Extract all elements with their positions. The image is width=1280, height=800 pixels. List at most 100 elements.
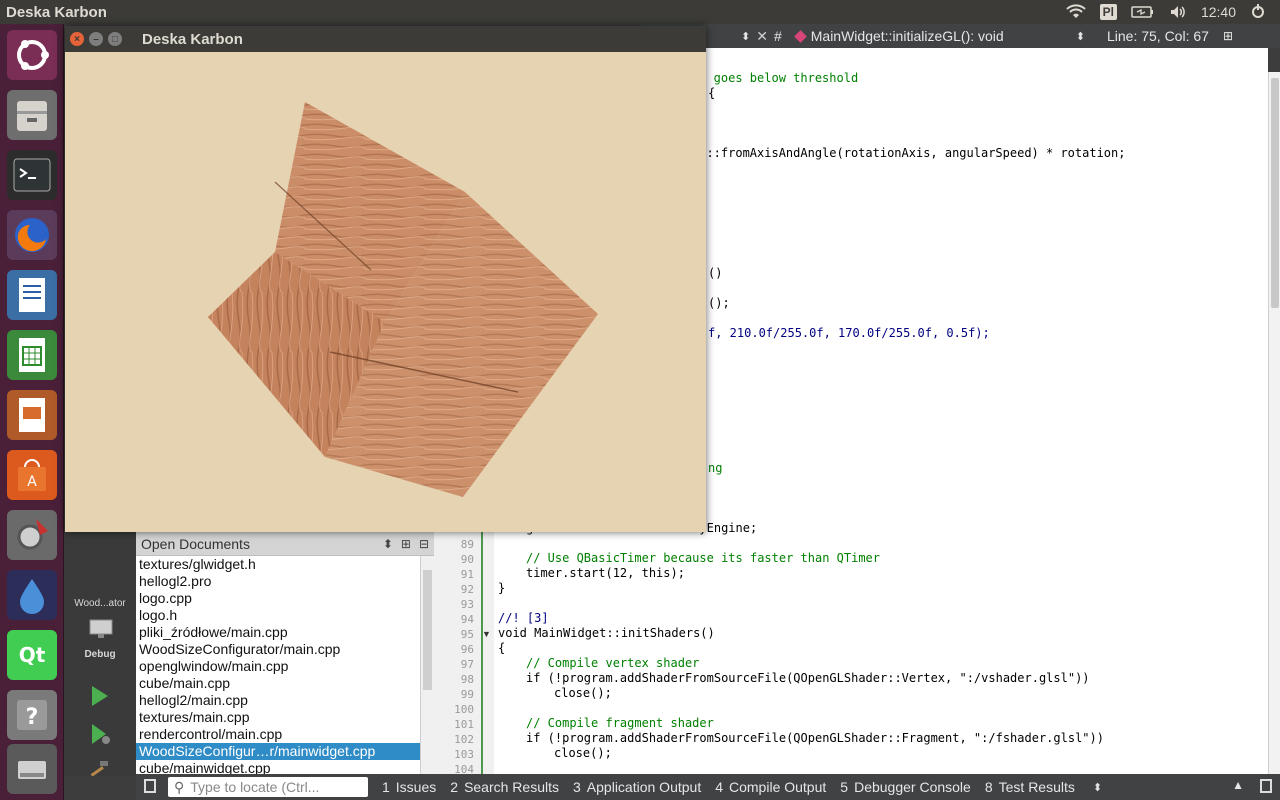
open-documents-title[interactable]: Open Documents [141,536,375,552]
code-line[interactable]: // Compile fragment shader [526,716,714,730]
scrollbar-thumb[interactable] [423,570,432,690]
output-pane-button[interactable]: 5 Debugger Console [840,779,971,795]
help-icon[interactable]: ? [7,690,57,740]
code-line[interactable]: { [708,86,715,100]
battery-icon[interactable] [1131,5,1155,19]
run-icon[interactable] [88,684,112,713]
symbol-combo-arrow-icon[interactable]: ⬍ [1076,30,1085,43]
code-line[interactable]: ed goes below threshold [692,71,858,85]
fold-arrow-icon[interactable]: ▼ [482,629,491,639]
locator-input[interactable]: ⚲ Type to locate (Ctrl... [168,777,368,797]
scrollbar-thumb[interactable] [1271,78,1279,308]
open-document-item[interactable]: logo.cpp [136,590,420,607]
debug-run-icon[interactable] [88,722,112,751]
open-document-item[interactable]: cube/main.cpp [136,675,420,692]
output-pane-button[interactable]: 2 Search Results [450,779,559,795]
open-documents-scrollbar[interactable] [420,556,434,774]
code-line[interactable]: timer.start(12, this); [526,566,685,580]
keyboard-layout-indicator[interactable]: Pl [1099,4,1117,20]
symbol-label: MainWidget::initializeGL(): void [810,28,1004,44]
code-line[interactable]: if (!program.addShaderFromSourceFile(QOp… [526,731,1104,745]
open-document-item[interactable]: rendercontrol/main.cpp [136,726,420,743]
drive-icon[interactable] [7,744,57,794]
open-document-item[interactable]: openglwindow/main.cpp [136,658,420,675]
close-pane-icon[interactable]: ⊟ [419,537,429,551]
code-line[interactable]: close(); [554,686,612,700]
volume-icon[interactable] [1169,4,1187,20]
files-icon[interactable] [7,90,57,140]
code-line[interactable]: } [498,581,505,595]
line-col-indicator[interactable]: Line: 75, Col: 67 [1107,28,1209,44]
system-tray: Pl 12:40 [1065,0,1280,24]
system-settings-icon[interactable] [7,510,57,560]
code-line[interactable]: () [708,266,722,280]
open-document-item[interactable]: hellogl2/main.cpp [136,692,420,709]
code-line[interactable]: // Use QBasicTimer because its faster th… [526,551,880,565]
wifi-icon[interactable] [1065,4,1086,20]
monitor-icon[interactable] [88,618,114,645]
clock[interactable]: 12:40 [1201,4,1236,20]
code-line[interactable]: (); [708,296,730,310]
window-title: Deska Karbon [6,4,107,21]
gl-canvas[interactable] [65,52,706,532]
editor-scrollbar[interactable] [1268,72,1280,774]
close-file-icon[interactable]: ✕ [756,28,768,45]
code-line[interactable]: close(); [554,746,612,760]
build-config-label[interactable]: Debug [64,649,136,660]
line-number: 95 [460,628,474,641]
split-pane-icon[interactable]: ⊞ [401,537,411,551]
code-line[interactable]: //! [3] [498,611,549,625]
symbol-selector[interactable]: MainWidget::initializeGL(): void [793,28,1076,44]
power-gear-icon[interactable] [1250,4,1266,20]
sort-arrow-icon[interactable]: ⬍ [383,537,393,551]
open-document-item[interactable]: textures/main.cpp [136,709,420,726]
pane-label: Issues [395,779,437,795]
code-line[interactable]: ng [708,461,722,475]
pane-toggle-icon[interactable] [1260,779,1272,793]
pane-combo-arrow-icon[interactable]: ⬍ [1093,781,1102,794]
line-number: 90 [460,553,474,566]
firefox-icon[interactable] [7,210,57,260]
open-document-item[interactable]: WoodSizeConfigur…r/mainwidget.cpp [136,743,420,760]
impress-icon[interactable] [7,390,57,440]
code-line[interactable]: { [498,641,505,655]
code-line[interactable]: void MainWidget::initShaders() [498,626,715,640]
open-documents-list: textures/glwidget.h hellogl2.pro logo.cpp l… [136,556,420,774]
ubuntu-dash-icon[interactable] [7,30,57,80]
qt-creator-icon[interactable]: Qt [7,630,57,680]
open-document-item[interactable]: WoodSizeConfigurator/main.cpp [136,641,420,658]
split-icon[interactable]: ⊞ [1223,29,1233,43]
maximize-button[interactable]: □ [108,32,122,46]
target-label[interactable]: Wood...ator [64,598,136,609]
hash-marker[interactable]: # [774,28,782,44]
software-center-icon[interactable]: A [7,450,57,500]
water-drop-icon[interactable] [7,570,57,620]
code-line[interactable]: f, 210.0f/255.0f, 170.0f/255.0f, 0.5f); [708,326,990,340]
output-pane-button[interactable]: 1 Issues [382,779,436,795]
combo-arrow-icon[interactable]: ⬍ [741,30,750,43]
svg-text:?: ? [26,705,39,730]
sidebar-toggle-icon[interactable] [144,779,156,793]
close-button[interactable]: × [70,32,84,46]
open-document-item[interactable]: hellogl2.pro [136,573,420,590]
open-document-item[interactable]: cube/mainwidget.cpp [136,760,420,774]
calc-icon[interactable] [7,330,57,380]
output-pane-button[interactable]: 4 Compile Output [715,779,826,795]
open-document-item[interactable]: textures/glwidget.h [136,556,420,573]
writer-icon[interactable] [7,270,57,320]
line-number: 101 [454,718,474,731]
gl-window-titlebar[interactable]: × – □ Deska Karbon [65,26,706,52]
minimize-button[interactable]: – [89,32,103,46]
pane-number: 2 [450,779,459,795]
output-pane-button[interactable]: 3 Application Output [573,779,701,795]
open-document-item[interactable]: pliki_źródłowe/main.cpp [136,624,420,641]
output-pane-button[interactable]: 8 Test Results [985,779,1075,795]
code-line[interactable]: on::fromAxisAndAngle(rotationAxis, angul… [692,146,1125,160]
terminal-icon[interactable] [7,150,57,200]
locator-placeholder: Type to locate (Ctrl... [190,779,320,795]
code-line[interactable]: if (!program.addShaderFromSourceFile(QOp… [526,671,1090,685]
code-line[interactable]: // Compile vertex shader [526,656,699,670]
maximize-pane-icon[interactable]: ▲ [1232,778,1244,792]
open-document-item[interactable]: logo.h [136,607,420,624]
build-hammer-icon[interactable] [88,760,112,781]
